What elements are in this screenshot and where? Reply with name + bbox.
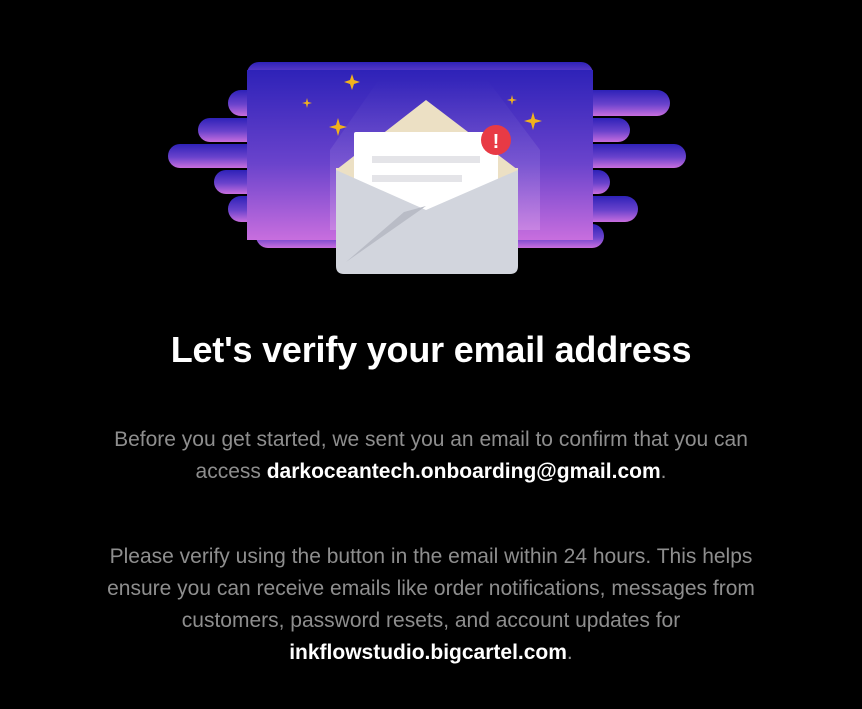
intro-period: .: [660, 460, 667, 483]
instruction-period: .: [566, 641, 573, 664]
alert-badge-icon: !: [481, 125, 511, 155]
hero-illustration: !: [0, 0, 862, 290]
page-title: Let's verify your email address: [170, 329, 692, 370]
instruction-paragraph: Please verify using the button in the em…: [80, 541, 782, 669]
intro-paragraph: Before you get started, we sent you an e…: [80, 424, 782, 488]
store-domain: inkflowstudio.bigcartel.com: [289, 641, 567, 664]
instruction-text: Please verify using the button in the em…: [107, 545, 755, 632]
email-verification-illustration: !: [168, 62, 686, 274]
alert-glyph: !: [493, 131, 500, 153]
email-address: darkoceantech.onboarding@gmail.com: [266, 460, 661, 483]
